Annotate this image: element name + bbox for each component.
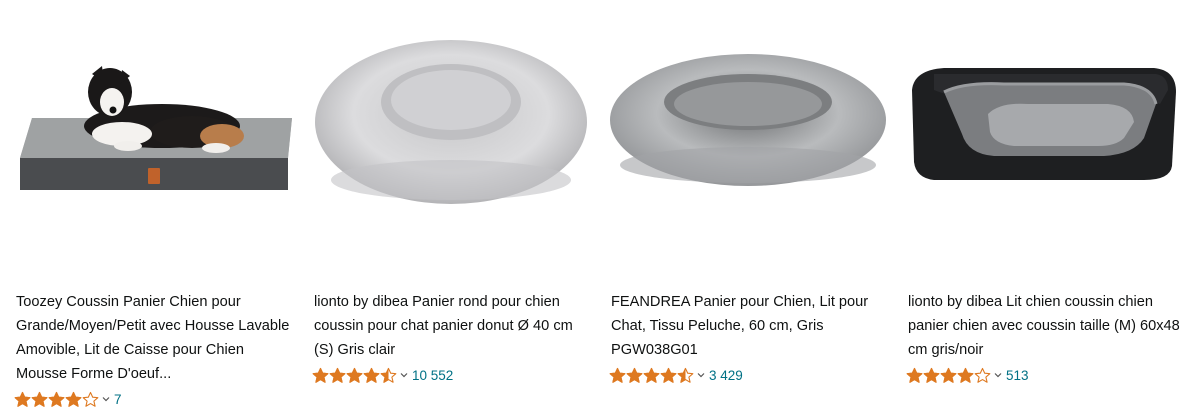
chevron-down-icon[interactable] bbox=[696, 370, 706, 380]
rating-row: 3 429 bbox=[609, 365, 743, 385]
product-image[interactable] bbox=[12, 30, 294, 230]
product-card: Toozey Coussin Panier Chien pour Grande/… bbox=[12, 0, 294, 416]
star-full-icon bbox=[363, 367, 380, 383]
chevron-down-icon[interactable] bbox=[993, 370, 1003, 380]
chevron-down-icon[interactable] bbox=[399, 370, 409, 380]
review-count[interactable]: 7 bbox=[114, 392, 122, 407]
star-full-icon bbox=[346, 367, 363, 383]
product-title[interactable]: lionto by dibea Lit chien coussin chien … bbox=[908, 290, 1184, 362]
rating-row: 513 bbox=[906, 365, 1029, 385]
star-rating[interactable] bbox=[906, 367, 991, 384]
product-card: lionto by dibea Lit chien coussin chien … bbox=[904, 0, 1186, 416]
product-title[interactable]: lionto by dibea Panier rond pour chien c… bbox=[314, 290, 590, 362]
star-full-icon bbox=[660, 367, 677, 383]
star-full-icon bbox=[940, 367, 957, 383]
star-full-icon bbox=[48, 391, 65, 407]
review-count[interactable]: 513 bbox=[1006, 368, 1029, 383]
star-full-icon bbox=[906, 367, 923, 383]
product-title[interactable]: FEANDREA Panier pour Chien, Lit pour Cha… bbox=[611, 290, 887, 362]
star-full-icon bbox=[31, 391, 48, 407]
product-card: FEANDREA Panier pour Chien, Lit pour Cha… bbox=[607, 0, 889, 416]
review-count[interactable]: 3 429 bbox=[709, 368, 743, 383]
star-full-icon bbox=[626, 367, 643, 383]
product-grid: Toozey Coussin Panier Chien pour Grande/… bbox=[0, 0, 1186, 416]
star-full-icon bbox=[14, 391, 31, 407]
product-image[interactable] bbox=[310, 30, 592, 230]
star-half-icon bbox=[677, 367, 694, 383]
star-full-icon bbox=[923, 367, 940, 383]
star-full-icon bbox=[643, 367, 660, 383]
star-full-icon bbox=[312, 367, 329, 383]
star-full-icon bbox=[609, 367, 626, 383]
review-count[interactable]: 10 552 bbox=[412, 368, 453, 383]
star-full-icon bbox=[65, 391, 82, 407]
star-half-icon bbox=[380, 367, 397, 383]
star-full-icon bbox=[957, 367, 974, 383]
rating-row: 10 552 bbox=[312, 365, 453, 385]
product-image[interactable] bbox=[607, 30, 889, 230]
star-rating[interactable] bbox=[14, 391, 99, 408]
star-full-icon bbox=[329, 367, 346, 383]
product-title[interactable]: Toozey Coussin Panier Chien pour Grande/… bbox=[16, 290, 292, 386]
product-image[interactable] bbox=[904, 30, 1186, 230]
rating-row: 7 bbox=[14, 389, 122, 409]
chevron-down-icon[interactable] bbox=[101, 394, 111, 404]
star-rating[interactable] bbox=[609, 367, 694, 384]
star-empty-icon bbox=[82, 391, 99, 407]
product-card: lionto by dibea Panier rond pour chien c… bbox=[310, 0, 592, 416]
star-empty-icon bbox=[974, 367, 991, 383]
star-rating[interactable] bbox=[312, 367, 397, 384]
